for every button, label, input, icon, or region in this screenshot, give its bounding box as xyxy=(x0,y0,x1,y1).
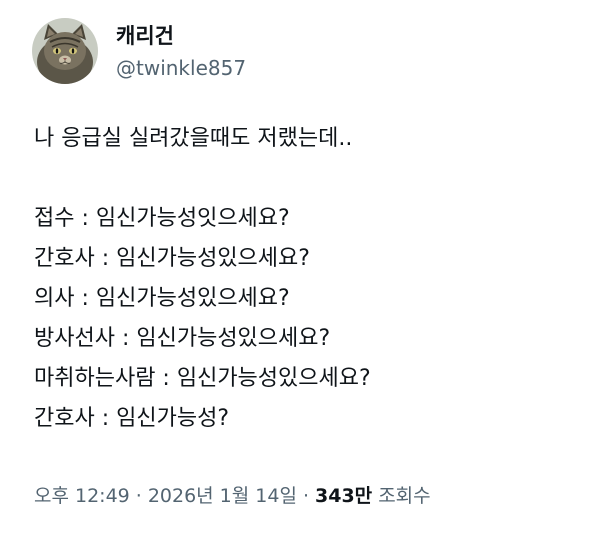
meta-separator: · xyxy=(135,485,142,507)
author-display-name[interactable]: 캐리건 xyxy=(116,22,246,50)
tweet-date: 2026년 1월 14일 xyxy=(147,485,297,507)
tweet-text: 나 응급실 실려갔을때도 저랬는데.. 접수 : 임신가능성잇으세요? 간호사 … xyxy=(34,119,574,439)
tweet-meta: 오후 12:49 · 2026년 1월 14일 · 343만 조회수 xyxy=(34,482,431,510)
views-count: 343만 xyxy=(315,485,373,507)
views-label: 조회수 xyxy=(378,485,431,507)
tweet-line: 의사 : 임신가능성있으세요? xyxy=(34,286,290,311)
tweet-line: 방사선사 : 임신가능성있으세요? xyxy=(34,326,331,351)
tweet-card: 캐리건 @twinkle857 나 응급실 실려갔을때도 저랬는데.. 접수 :… xyxy=(0,0,600,538)
avatar[interactable] xyxy=(32,18,98,84)
tweet-line: 간호사 : 임신가능성있으세요? xyxy=(34,246,310,271)
tweet-header: 캐리건 @twinkle857 xyxy=(32,18,246,84)
tweet-line: 마취하는사람 : 임신가능성있으세요? xyxy=(34,366,371,391)
cat-avatar-icon xyxy=(32,18,98,84)
tweet-timestamp[interactable]: 오후 12:49 · 2026년 1월 14일 xyxy=(34,485,297,507)
tweet-line: 접수 : 임신가능성잇으세요? xyxy=(34,206,290,231)
tweet-time: 오후 12:49 xyxy=(34,485,130,507)
tweet-line: 나 응급실 실려갔을때도 저랬는데.. xyxy=(34,126,353,151)
author-handle[interactable]: @twinkle857 xyxy=(116,54,246,82)
author-names: 캐리건 @twinkle857 xyxy=(116,20,246,82)
meta-separator: · xyxy=(302,485,309,507)
tweet-line: 간호사 : 임신가능성? xyxy=(34,406,229,431)
